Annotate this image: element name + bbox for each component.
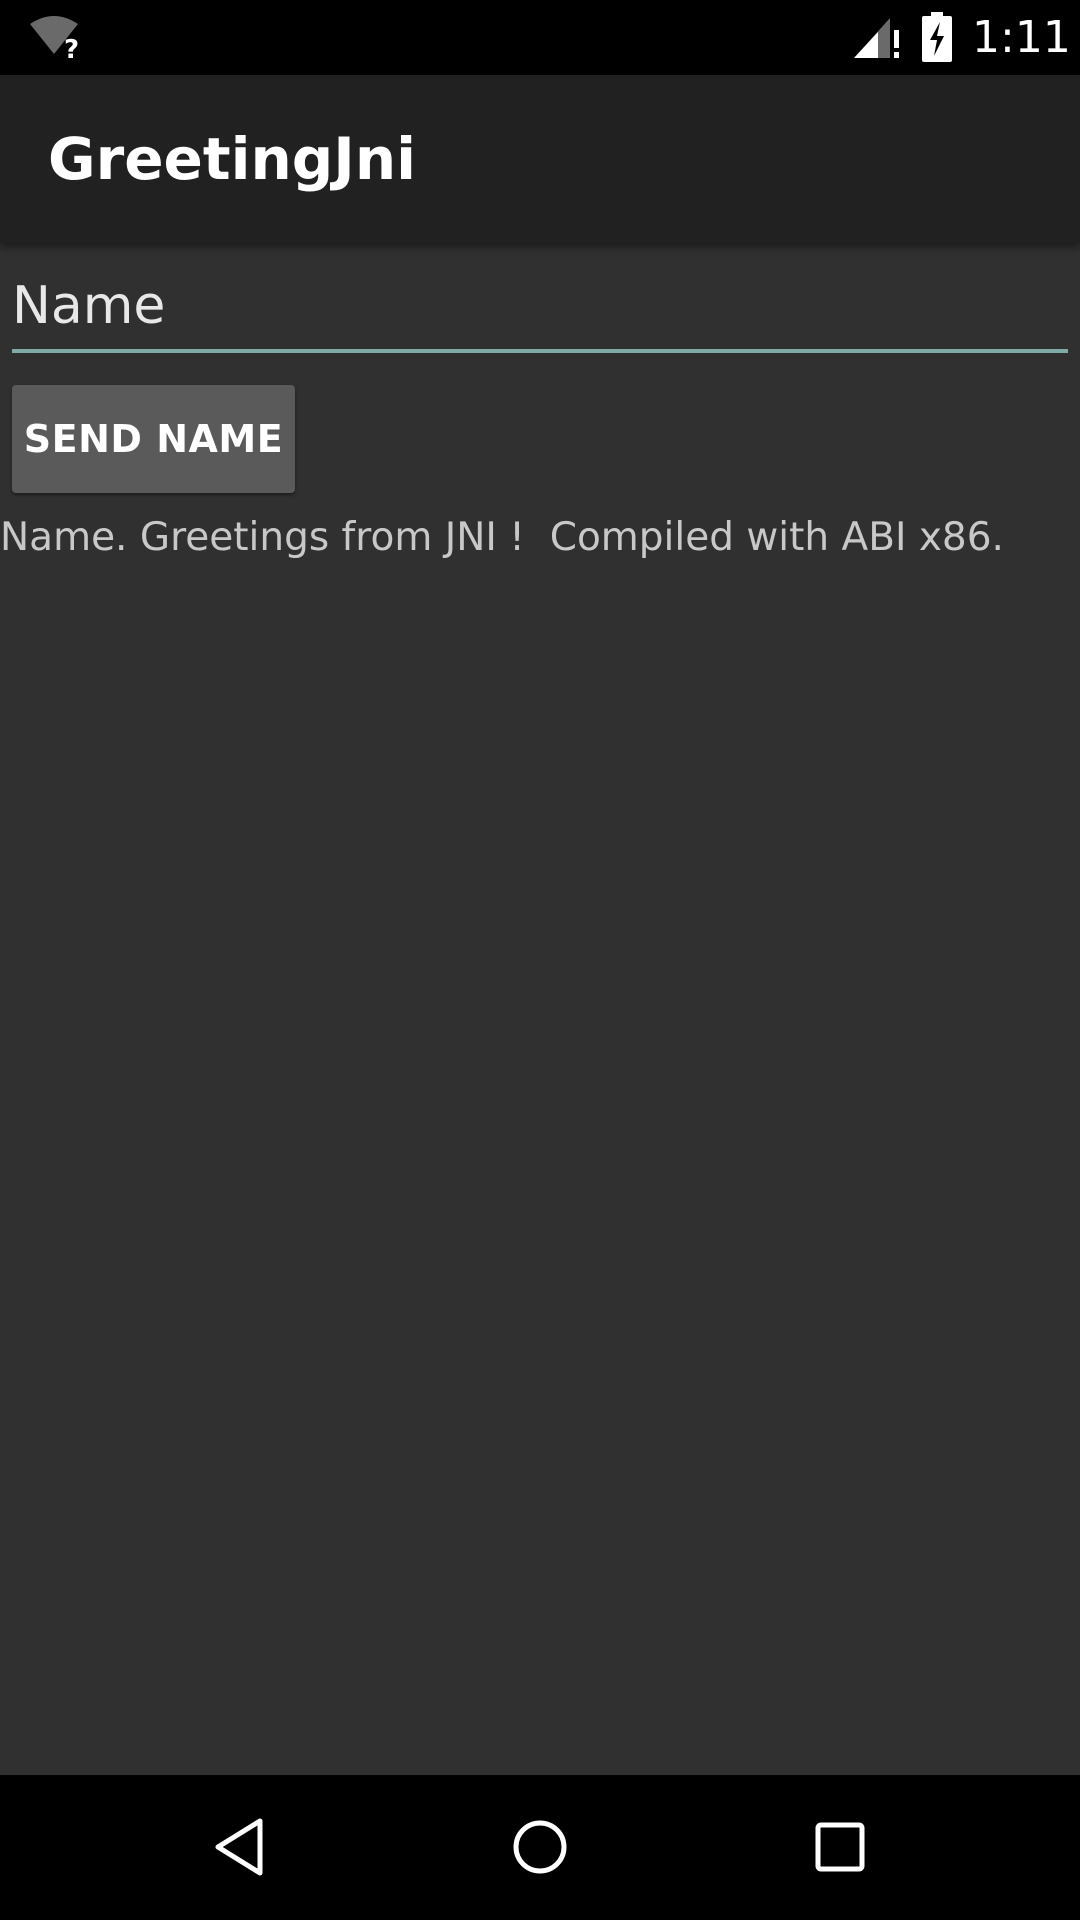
greeting-output-text: Name. Greetings from JNI ! Compiled with… — [0, 515, 1004, 560]
main-content: SEND NAME Name. Greetings from JNI ! Com… — [0, 243, 1080, 1775]
name-input[interactable] — [12, 263, 1068, 353]
home-icon — [513, 1820, 567, 1874]
recents-icon — [815, 1822, 865, 1872]
status-bar: ? 1:11 — [0, 0, 1080, 75]
back-icon — [215, 1818, 263, 1876]
send-name-button[interactable]: SEND NAME — [12, 385, 295, 493]
screen: ? 1:11 GreetingJni SEND NAME Name. Greet… — [0, 0, 1080, 1920]
app-bar: GreetingJni — [0, 75, 1080, 243]
svg-text:?: ? — [64, 35, 79, 62]
back-button[interactable] — [190, 1797, 290, 1897]
status-clock: 1:11 — [972, 12, 1071, 63]
recents-button[interactable] — [790, 1797, 890, 1897]
battery-charging-icon — [922, 12, 952, 62]
navigation-bar — [0, 1775, 1080, 1920]
app-title: GreetingJni — [48, 125, 417, 193]
wifi-no-internet-icon: ? — [30, 16, 79, 62]
cell-signal-alert-icon — [854, 18, 899, 58]
home-button[interactable] — [490, 1797, 590, 1897]
